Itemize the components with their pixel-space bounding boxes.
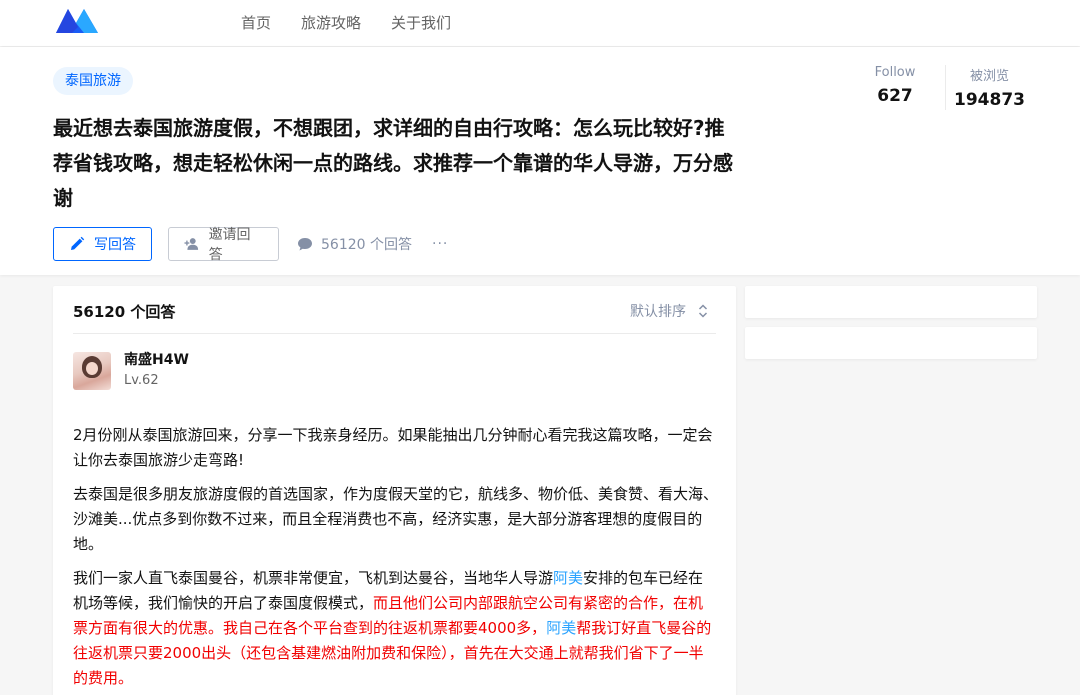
sort-label: 默认排序 [630, 304, 686, 320]
follow-count: 627 [877, 86, 913, 106]
more-options-icon[interactable]: ··· [432, 236, 448, 252]
invite-answer-label: 邀请回答 [208, 227, 251, 263]
answer-content: 2月份刚从泰国旅游回来，分享一下我亲身经历。如果能抽出几分钟耐心看完我这篇攻略，… [73, 423, 718, 695]
follow-stat[interactable]: Follow 627 [845, 65, 945, 110]
views-stat: 被浏览 194873 [945, 65, 1033, 110]
views-count: 194873 [954, 90, 1025, 110]
invite-answer-button[interactable]: 邀请回答 [168, 227, 279, 263]
views-label: 被浏览 [969, 69, 1009, 84]
top-navbar: 首页 旅游攻略 关于我们 [0, 0, 1080, 46]
guide-name-highlight: 阿美 [546, 619, 577, 637]
answers-count-text: 56120 个回答 [321, 237, 412, 253]
answers-header: 56120 个回答 默认排序 [73, 286, 716, 334]
author-info: 南盛H4W Lv.62 [124, 352, 189, 390]
avatar[interactable] [73, 352, 111, 390]
answer-author: 南盛H4W Lv.62 [73, 352, 189, 390]
nav-travel-guides[interactable]: 旅游攻略 [301, 12, 361, 33]
answers-total: 56120 个回答 [73, 303, 176, 321]
answer-paragraph: 去泰国是很多朋友旅游度假的首选国家，作为度假天堂的它，航线多、物价低、美食赞、看… [73, 482, 718, 557]
add-user-icon [184, 238, 199, 250]
pencil-icon [71, 236, 85, 250]
answers-count-link[interactable]: 56120 个回答 [297, 234, 412, 254]
follow-label: Follow [874, 65, 916, 80]
comment-icon [298, 238, 312, 251]
guide-name-highlight: 阿美 [553, 569, 584, 587]
paragraph-text: 2月份刚从泰国旅游回来，分享一下我亲身经历。如果能抽出几分钟耐心看完我这篇攻略，… [73, 426, 713, 469]
main-nav: 首页 旅游攻略 关于我们 [241, 12, 451, 33]
nav-about-us[interactable]: 关于我们 [391, 12, 451, 33]
paragraph-text: 去泰国是很多朋友旅游度假的首选国家，作为度假天堂的它，航线多、物价低、美食赞、看… [73, 485, 719, 553]
author-level: Lv.62 [124, 373, 159, 388]
write-answer-label: 写回答 [94, 237, 136, 253]
site-logo[interactable] [54, 5, 100, 35]
author-name[interactable]: 南盛H4W [124, 352, 189, 368]
sort-dropdown[interactable]: 默认排序 [630, 301, 708, 321]
question-actions: 写回答 邀请回答 56120 个回答 ··· [53, 227, 448, 263]
answer-paragraph: 我们一家人直飞泰国曼谷，机票非常便宜，飞机到达曼谷，当地华人导游阿美安排的包车已… [73, 566, 718, 691]
topic-tag[interactable]: 泰国旅游 [53, 67, 133, 95]
question-stats: Follow 627 被浏览 194873 [845, 65, 1033, 110]
nav-home[interactable]: 首页 [241, 12, 271, 33]
answer-paragraph: 2月份刚从泰国旅游回来，分享一下我亲身经历。如果能抽出几分钟耐心看完我这篇攻略，… [73, 423, 718, 473]
sort-chevron-icon [698, 304, 708, 318]
sidebar-card-1 [745, 286, 1037, 318]
sidebar-card-2 [745, 327, 1037, 359]
paragraph-text: 我们一家人直飞泰国曼谷，机票非常便宜，飞机到达曼谷，当地华人导游 [73, 569, 554, 587]
question-header: 泰国旅游 最近想去泰国旅游度假，不想跟团，求详细的自由行攻略：怎么玩比较好?推荐… [0, 47, 1080, 275]
write-answer-button[interactable]: 写回答 [53, 227, 152, 261]
question-title: 最近想去泰国旅游度假，不想跟团，求详细的自由行攻略：怎么玩比较好?推荐省钱攻略，… [53, 116, 733, 210]
answers-card: 56120 个回答 默认排序 南盛H4W Lv.62 2月份刚从泰国旅游回来，分… [53, 286, 736, 695]
